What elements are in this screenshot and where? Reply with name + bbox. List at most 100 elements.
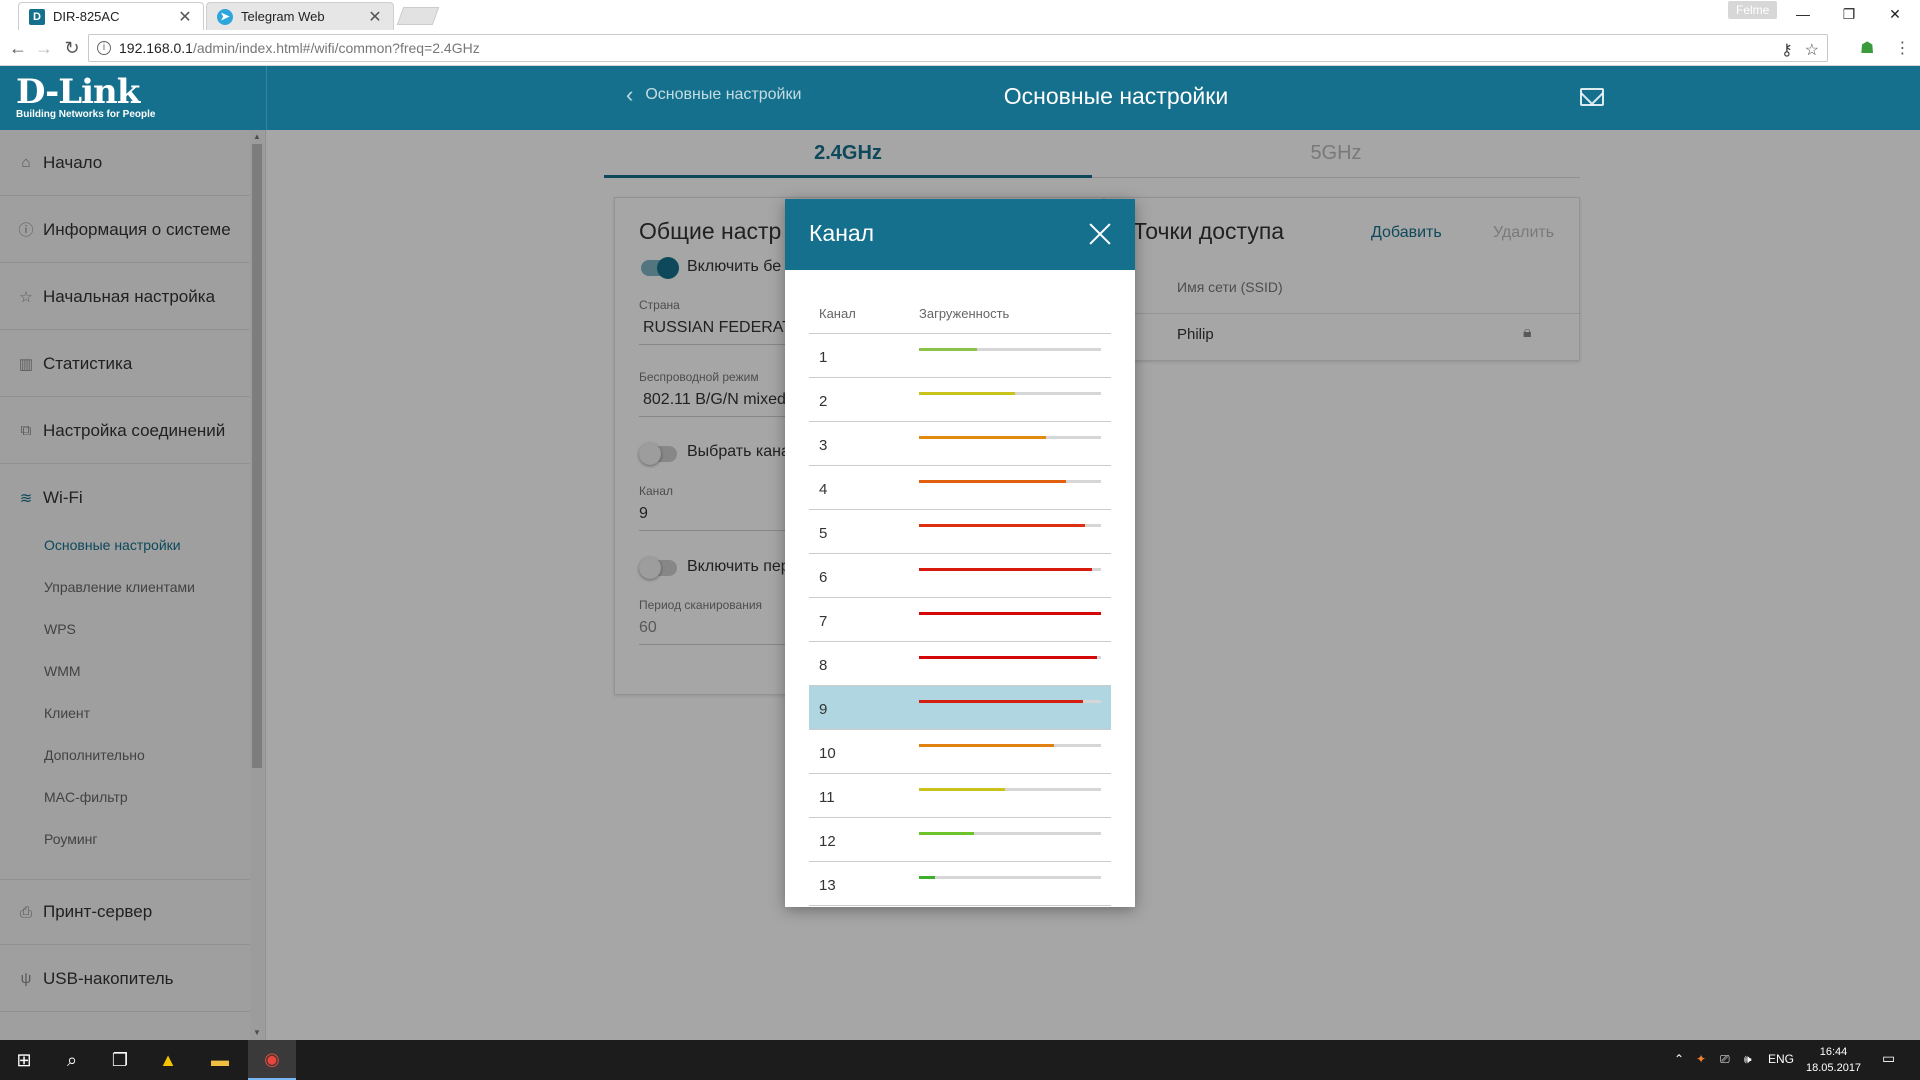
logo-brand: D-Link <box>16 72 140 112</box>
profile-badge[interactable]: Felme <box>1728 1 1778 19</box>
back-arrow-icon[interactable]: ← <box>6 36 30 60</box>
file-explorer-icon[interactable]: ▬ <box>196 1040 244 1080</box>
load-bar-fill <box>919 568 1092 571</box>
load-bar-track <box>919 876 1101 879</box>
menu-dots-icon[interactable]: ⋮ <box>1894 38 1910 58</box>
dlink-logo[interactable]: D-Link Building Networks for People <box>16 75 155 121</box>
dlink-icon: D <box>29 8 45 25</box>
load-bar-track <box>919 480 1101 483</box>
clock-date: 18.05.2017 <box>1806 1062 1862 1074</box>
channel-column-header: Канал <box>819 306 856 321</box>
system-clock[interactable]: 16:44 18.05.2017 <box>1806 1044 1861 1076</box>
channel-row[interactable]: 7 <box>809 598 1111 642</box>
channel-number: 10 <box>819 745 836 762</box>
app-header: D-Link Building Networks for People ‹ Ос… <box>0 66 1920 130</box>
channel-number: 1 <box>819 349 828 366</box>
minimize-icon[interactable]: — <box>1780 0 1826 28</box>
load-bar-track <box>919 392 1101 395</box>
channel-row[interactable]: 9 <box>809 686 1111 730</box>
tray-app-icon[interactable]: ✦ <box>1696 1052 1706 1066</box>
channel-row[interactable]: 12 <box>809 818 1111 862</box>
new-tab-button[interactable] <box>396 7 440 25</box>
load-bar-track <box>919 524 1101 527</box>
url-input[interactable]: i 192.168.0.1/admin/index.html#/wifi/com… <box>88 34 1828 62</box>
dialog-header: Канал <box>785 199 1135 270</box>
chrome-icon[interactable]: ◉ <box>248 1040 296 1080</box>
key-icon[interactable]: ⚷ <box>1781 40 1793 60</box>
forward-arrow-icon[interactable]: → <box>32 36 56 60</box>
search-icon[interactable]: ⌕ <box>48 1040 96 1080</box>
channel-number: 13 <box>819 877 836 894</box>
load-bar-track <box>919 348 1101 351</box>
channel-number: 4 <box>819 481 828 498</box>
channel-number: 8 <box>819 657 828 674</box>
channel-row[interactable]: 4 <box>809 466 1111 510</box>
close-window-icon[interactable]: ✕ <box>1872 0 1918 28</box>
channel-rows: 1 2 3 4 5 6 7 8 9 10 11 12 13 <box>809 334 1111 906</box>
load-bar-fill <box>919 612 1101 615</box>
network-icon[interactable]: ⎚ <box>1720 1052 1730 1067</box>
load-bar-fill <box>919 788 1005 791</box>
load-bar-fill <box>919 436 1047 439</box>
channel-row[interactable]: 6 <box>809 554 1111 598</box>
channel-number: 2 <box>819 393 828 410</box>
restore-icon[interactable]: ❐ <box>1826 0 1872 28</box>
browser-tabstrip: D DIR-825AC ✕ ➤ Telegram Web ✕ Felme — ❐… <box>0 0 1920 30</box>
channel-number: 6 <box>819 569 828 586</box>
extension-icon[interactable]: ☗ <box>1860 38 1874 58</box>
load-bar-track <box>919 700 1101 703</box>
channel-row[interactable]: 10 <box>809 730 1111 774</box>
page-title: Основные настройки <box>1003 83 1229 109</box>
channel-number: 9 <box>819 701 828 718</box>
volume-icon[interactable]: 🕪︎ <box>1744 1052 1752 1067</box>
channel-number: 12 <box>819 833 836 850</box>
load-bar-fill <box>919 876 936 879</box>
tab-title: Telegram Web <box>241 9 325 24</box>
logo-tagline: Building Networks for People <box>16 109 156 120</box>
notifications-icon[interactable]: ▭ <box>1882 1050 1895 1067</box>
back-link-label: Основные настройки <box>645 86 802 103</box>
clock-time: 16:44 <box>1819 1046 1848 1058</box>
browser-tab-telegram[interactable]: ➤ Telegram Web ✕ <box>206 2 394 30</box>
channel-number: 11 <box>819 789 835 806</box>
close-icon[interactable] <box>1087 221 1113 247</box>
load-bar-track <box>919 832 1101 835</box>
load-bar-track <box>919 656 1101 659</box>
tab-title: DIR-825AC <box>53 9 120 24</box>
url-host: 192.168.0.1 <box>119 40 193 56</box>
channel-row[interactable]: 3 <box>809 422 1111 466</box>
browser-tab-dlink[interactable]: D DIR-825AC ✕ <box>18 2 204 30</box>
channel-row[interactable]: 8 <box>809 642 1111 686</box>
channel-dialog: Канал Канал Загруженность 1 2 3 4 5 6 7 8 9 10 11 1… <box>785 199 1135 907</box>
mail-icon[interactable] <box>1580 88 1604 106</box>
telegram-icon: ➤ <box>217 8 233 25</box>
address-bar: ← → ↻ i 192.168.0.1/admin/index.html#/wi… <box>0 30 1920 66</box>
close-tab-icon[interactable]: ✕ <box>177 7 193 27</box>
channel-row[interactable]: 2 <box>809 378 1111 422</box>
load-bar-track <box>919 568 1101 571</box>
channel-row[interactable]: 11 <box>809 774 1111 818</box>
taskbar: ⊞ ⌕ ❐ ▲ ▬ ◉ ⌃ ✦ ⎚ 🕪︎ ENG 16:44 18.05.201… <box>0 1040 1920 1080</box>
windows-start-icon[interactable]: ⊞ <box>0 1040 48 1080</box>
load-bar-track <box>919 436 1101 439</box>
channel-number: 3 <box>819 437 828 454</box>
info-icon[interactable]: i <box>97 41 111 55</box>
load-column-header: Загруженность <box>919 306 1010 321</box>
table-header: Канал Загруженность <box>809 270 1111 334</box>
channel-number: 7 <box>819 613 828 630</box>
channel-row[interactable]: 13 <box>809 862 1111 906</box>
load-bar-fill <box>919 524 1085 527</box>
channel-row[interactable]: 5 <box>809 510 1111 554</box>
tray-chevron-icon[interactable]: ⌃ <box>1674 1052 1684 1066</box>
bookmark-star-icon[interactable]: ☆ <box>1805 40 1819 60</box>
channel-row[interactable]: 1 <box>809 334 1111 378</box>
app-icon[interactable]: ▲ <box>144 1040 192 1080</box>
header-divider <box>266 66 267 130</box>
close-tab-icon[interactable]: ✕ <box>367 7 383 27</box>
load-bar-track <box>919 612 1101 615</box>
back-link[interactable]: ‹ Основные настройки <box>626 84 802 106</box>
language-indicator[interactable]: ENG <box>1768 1052 1794 1066</box>
task-view-icon[interactable]: ❐ <box>96 1040 144 1080</box>
channel-number: 5 <box>819 525 828 542</box>
reload-icon[interactable]: ↻ <box>60 36 84 60</box>
